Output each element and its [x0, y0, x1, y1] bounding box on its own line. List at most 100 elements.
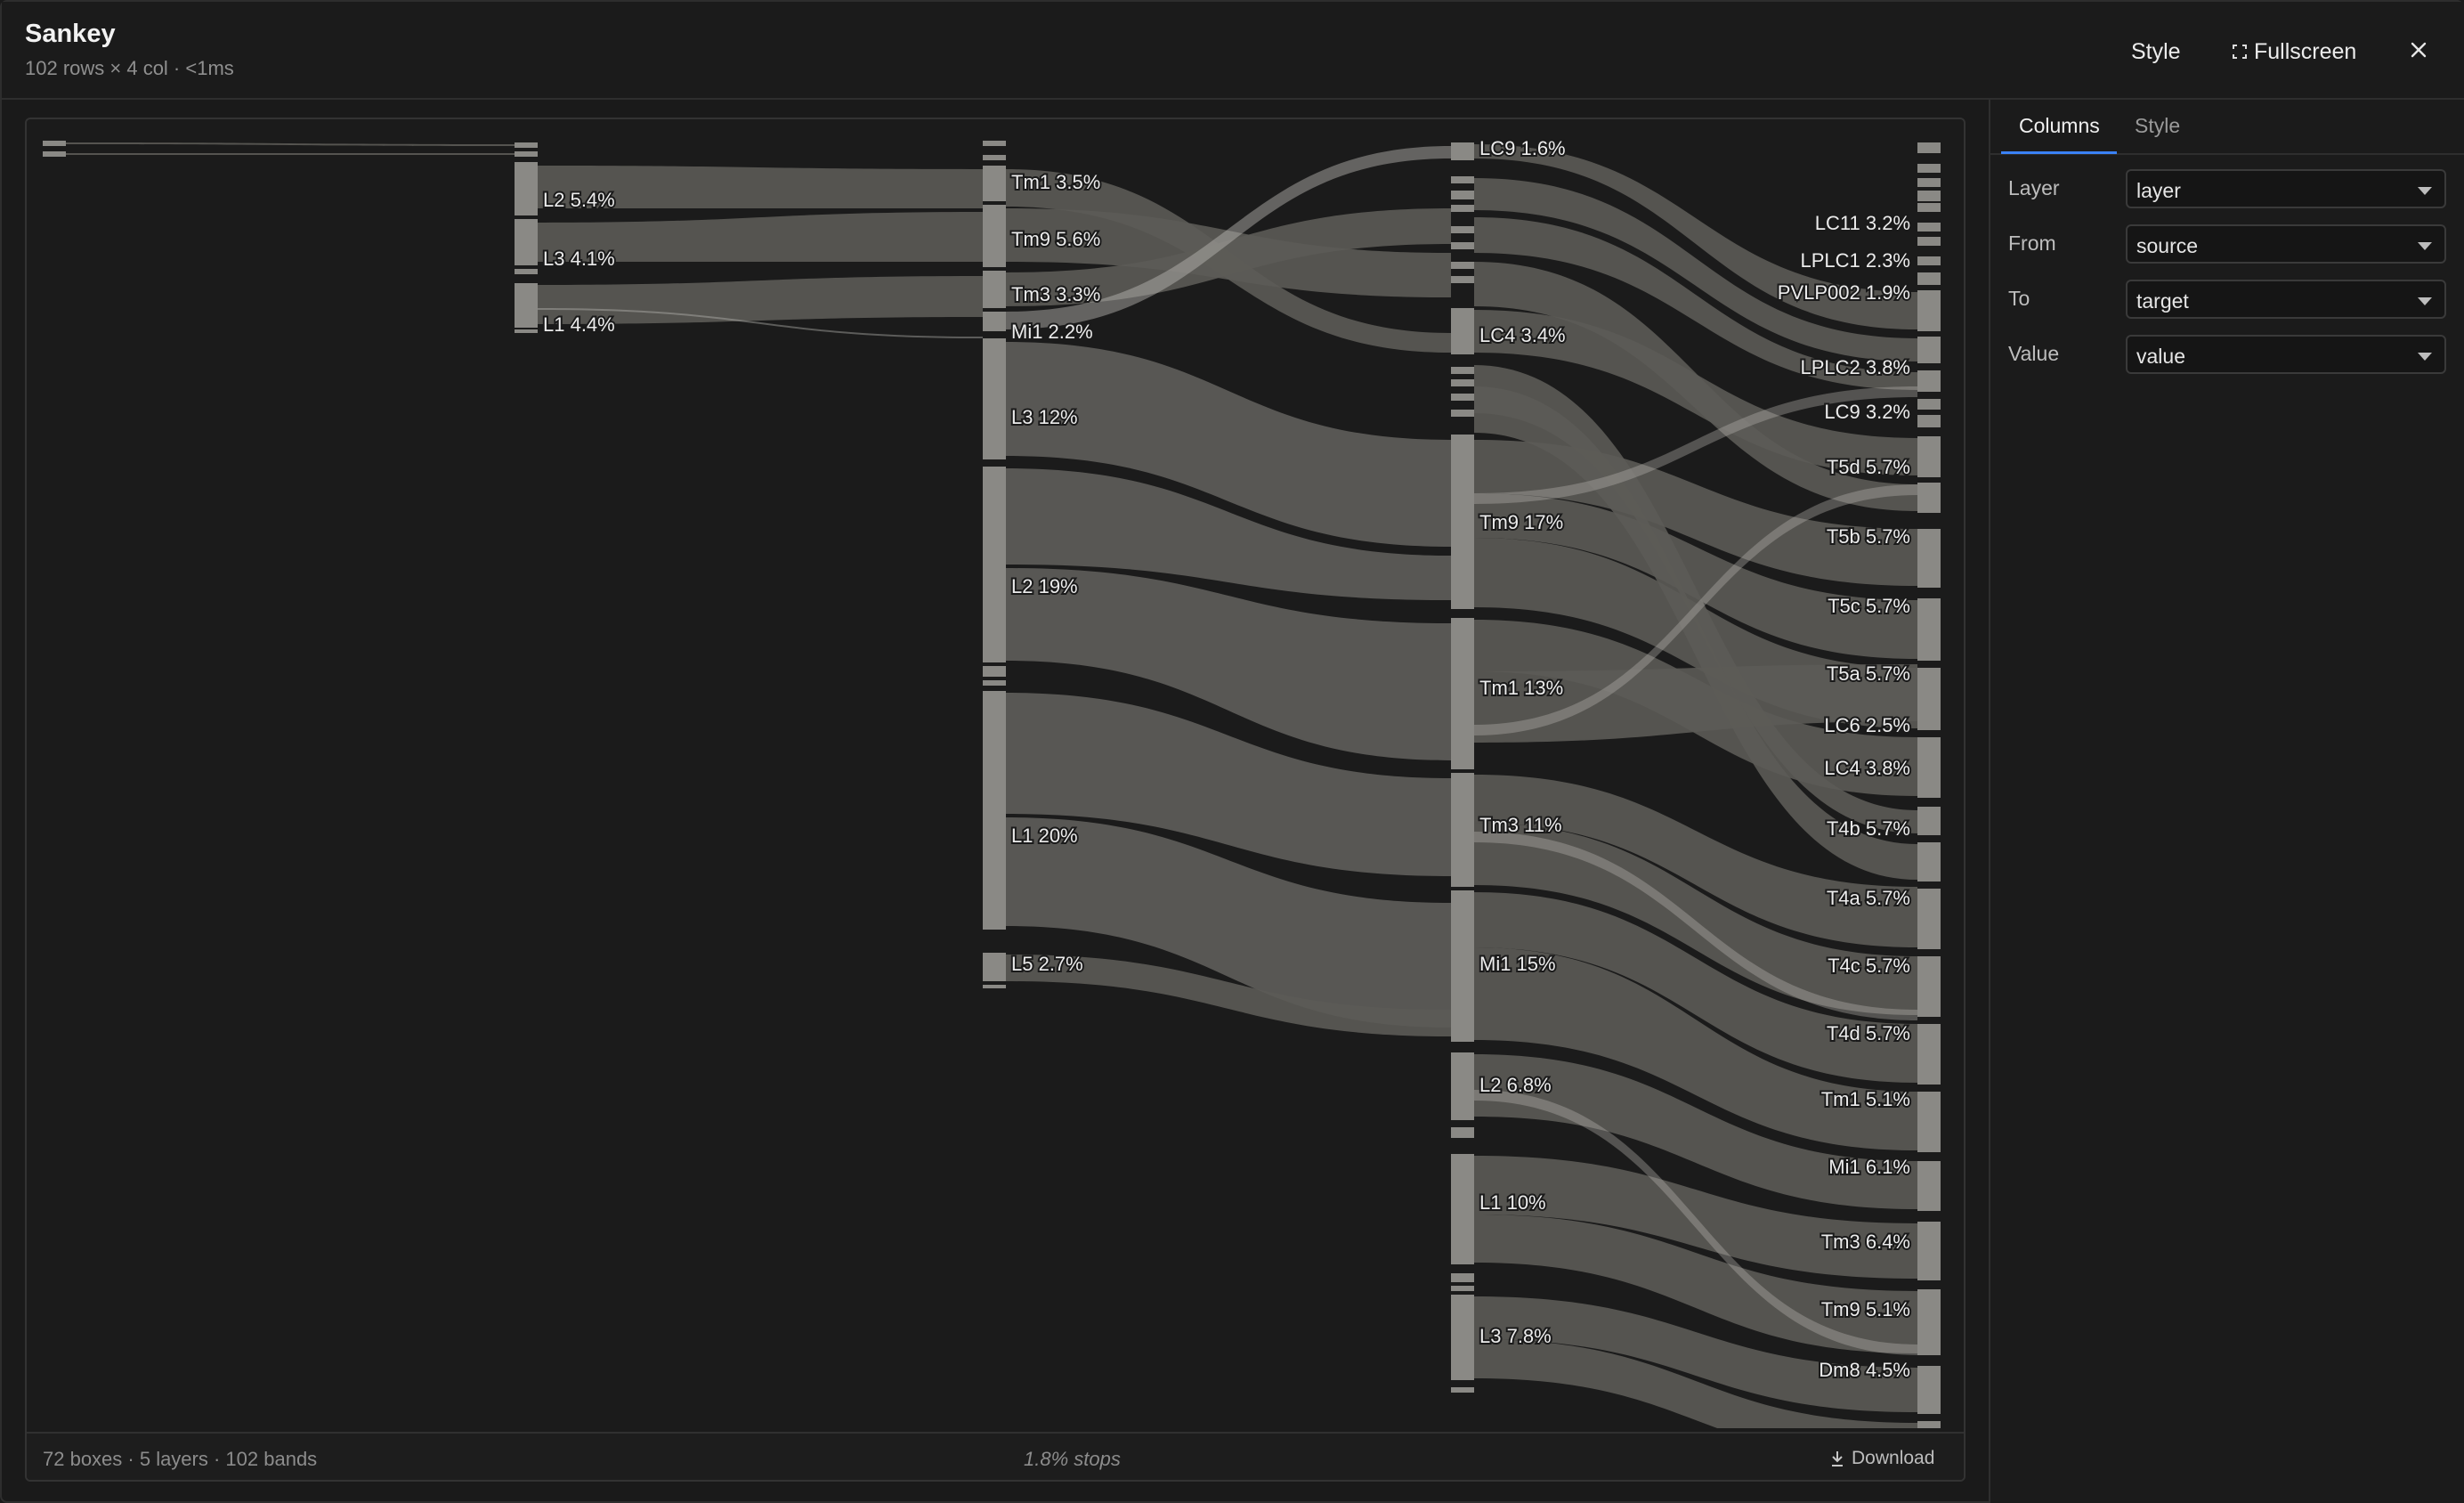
sankey-node-l3-4-1[interactable]	[515, 219, 538, 265]
sankey-node[interactable]	[515, 329, 538, 333]
sankey-node-t4c-5-7[interactable]	[1917, 1024, 1941, 1085]
sankey-node-pvlp002-1-9[interactable]	[1917, 370, 1941, 392]
sankey-node[interactable]	[1451, 379, 1474, 386]
sankey-node-lc9-3-2[interactable]	[1917, 483, 1941, 513]
to-select[interactable]: target	[2126, 280, 2446, 319]
sankey-node[interactable]	[1451, 242, 1474, 249]
sankey-node-t5a-5-7[interactable]	[1917, 737, 1941, 798]
panel-tabs: Columns Style	[1990, 100, 2464, 155]
from-select[interactable]: source	[2126, 224, 2446, 264]
sankey-label-l1-4-4: L1 4.4%	[543, 313, 615, 336]
sankey-node-lplc2-3-8[interactable]	[1917, 436, 1941, 477]
sankey-node[interactable]	[43, 141, 66, 146]
sankey-node-mi1-6-1[interactable]	[1917, 1222, 1941, 1280]
sankey-node[interactable]	[43, 151, 66, 157]
sankey-node[interactable]	[1451, 276, 1474, 283]
sankey-node-l1-4-4[interactable]	[515, 283, 538, 328]
sankey-node[interactable]	[1451, 410, 1474, 417]
tab-columns[interactable]: Columns	[2019, 114, 2100, 138]
sankey-node[interactable]	[1451, 394, 1474, 401]
sankey-node-t5b-5-7[interactable]	[1917, 598, 1941, 661]
sankey-node-l2-6-8[interactable]	[1451, 1052, 1474, 1120]
sankey-node-l1-20[interactable]	[983, 691, 1006, 930]
sankey-label-mi1-6-1: Mi1 6.1%	[1828, 1156, 1910, 1178]
sankey-node-lc6-2-5[interactable]	[1917, 807, 1941, 835]
sankey-node-l3-7-8[interactable]	[1451, 1295, 1474, 1380]
sankey-node-l5-2-7[interactable]	[983, 953, 1006, 981]
sankey-node-l1-10[interactable]	[1451, 1154, 1474, 1264]
sankey-node[interactable]	[1917, 272, 1941, 285]
sankey-node-t5c-5-7[interactable]	[1917, 668, 1941, 730]
sankey-node[interactable]	[1451, 1273, 1474, 1282]
sankey-node[interactable]	[1451, 262, 1474, 269]
sankey-node-tm1-13[interactable]	[1451, 618, 1474, 769]
sankey-label-t4d-5-7: T4d 5.7%	[1827, 1022, 1910, 1044]
sankey-node[interactable]	[515, 269, 538, 274]
sankey-node-lc11-3-2[interactable]	[1917, 290, 1941, 331]
sankey-band[interactable]	[66, 153, 515, 155]
download-button[interactable]: Download	[1830, 1448, 1934, 1469]
sankey-band[interactable]	[66, 142, 515, 146]
tab-style[interactable]: Style	[2135, 114, 2180, 138]
sankey-node[interactable]	[1917, 178, 1941, 187]
sankey-node[interactable]	[515, 142, 538, 148]
sankey-node-mi1-2-2[interactable]	[983, 312, 1006, 331]
sankey-node-tm3-11[interactable]	[1451, 773, 1474, 887]
sankey-node[interactable]	[1451, 205, 1474, 212]
sankey-label-l1-20: L1 20%	[1011, 825, 1078, 847]
sankey-node[interactable]	[1451, 176, 1474, 183]
sankey-node-tm9-5-1[interactable]	[1917, 1366, 1941, 1414]
fullscreen-button[interactable]: Fullscreen	[2233, 36, 2356, 68]
sankey-node[interactable]	[1917, 223, 1941, 232]
sankey-node-t4a-5-7[interactable]	[1917, 956, 1941, 1017]
sankey-node-tm9-17[interactable]	[1451, 435, 1474, 609]
sankey-node-t4d-5-7[interactable]	[1917, 1092, 1941, 1152]
sankey-node[interactable]	[1917, 203, 1941, 212]
sankey-node[interactable]	[1917, 399, 1941, 410]
sankey-node[interactable]	[983, 680, 1006, 686]
sankey-node-lc9-1-6[interactable]	[1451, 142, 1474, 160]
sankey-node-dm8-4-5[interactable]	[1917, 1421, 1941, 1428]
sankey-node[interactable]	[1451, 367, 1474, 374]
sankey-node[interactable]	[1451, 1286, 1474, 1291]
sankey-node[interactable]	[983, 155, 1006, 160]
sankey-node-mi1-15[interactable]	[1451, 890, 1474, 1042]
sankey-node-l2-19[interactable]	[983, 467, 1006, 662]
sankey-node[interactable]	[515, 151, 538, 157]
sankey-node[interactable]	[983, 666, 1006, 677]
sankey-node-l3-12[interactable]	[983, 338, 1006, 459]
sankey-node[interactable]	[1917, 191, 1941, 201]
sankey-label-l2-6-8: L2 6.8%	[1479, 1074, 1552, 1096]
sankey-node-tm3-6-4[interactable]	[1917, 1289, 1941, 1355]
sankey-node[interactable]	[1451, 1387, 1474, 1393]
chevron-down-icon	[2418, 297, 2432, 305]
sankey-node-tm1-5-1[interactable]	[1917, 1161, 1941, 1211]
value-select[interactable]: value	[2126, 335, 2446, 374]
close-icon	[2411, 42, 2427, 58]
sankey-chart[interactable]: L2 5.4% L3 4.1% L1 4.4% Tm1 3.5% Tm9 5.6% Tm3…	[27, 119, 1966, 1428]
sankey-node-lc4-3-4[interactable]	[1451, 308, 1474, 354]
sankey-node[interactable]	[1917, 142, 1941, 153]
sankey-node-lc4-3-8[interactable]	[1917, 842, 1941, 881]
sankey-node[interactable]	[1451, 1127, 1474, 1138]
layer-select[interactable]: layer	[2126, 169, 2446, 208]
close-button[interactable]	[2405, 34, 2432, 66]
sankey-node[interactable]	[1917, 256, 1941, 265]
sankey-label-l5-2-7: L5 2.7%	[1011, 953, 1083, 975]
sankey-node-t4b-5-7[interactable]	[1917, 889, 1941, 949]
sankey-node[interactable]	[1917, 415, 1941, 427]
sankey-node[interactable]	[1917, 164, 1941, 173]
sankey-node[interactable]	[983, 985, 1006, 988]
sankey-node[interactable]	[1451, 226, 1474, 233]
sankey-node-tm1-3-5[interactable]	[983, 166, 1006, 201]
sankey-node[interactable]	[1917, 237, 1941, 246]
sankey-node-l2-5-4[interactable]	[515, 162, 538, 215]
sankey-label-tm9-5-6: Tm9 5.6%	[1011, 228, 1100, 250]
sankey-node-tm3-3-3[interactable]	[983, 271, 1006, 308]
sankey-node[interactable]	[983, 141, 1006, 146]
sankey-node[interactable]	[1451, 191, 1474, 199]
sankey-node-tm9-5-6[interactable]	[983, 205, 1006, 267]
sankey-node-lplc1-2-3[interactable]	[1917, 337, 1941, 363]
style-button[interactable]: Style	[2131, 36, 2181, 68]
sankey-node-t5d-5-7[interactable]	[1917, 529, 1941, 588]
